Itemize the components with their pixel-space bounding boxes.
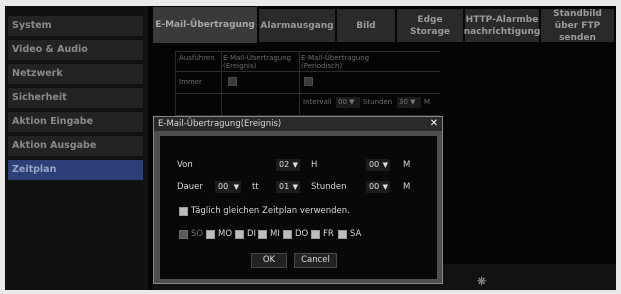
day-tuesday-label: DI — [247, 229, 257, 239]
day-monday-checkbox[interactable] — [206, 230, 215, 239]
sidebar-item-action-input[interactable]: Aktion Eingabe — [8, 112, 143, 132]
tab-alarm-output[interactable]: Alarmausgang — [259, 9, 335, 42]
tab-edge-storage[interactable]: Edge Storage — [397, 9, 463, 42]
duration-minute-select[interactable]: 00 ▼ — [366, 181, 390, 193]
loading-spinner-icon: ❋ — [477, 275, 487, 288]
day-thursday-label: DO — [295, 229, 309, 239]
sidebar-item-video-audio[interactable]: Video & Audio — [8, 40, 143, 60]
event-checkbox[interactable] — [228, 77, 237, 86]
same-schedule-checkbox[interactable] — [179, 207, 188, 216]
hours-label: Stunden — [363, 98, 393, 106]
tab-http-alarm[interactable]: HTTP-Alarmbe nachrichtigung — [464, 9, 540, 42]
day-friday-label: FR — [323, 229, 334, 239]
dialog-title: E-Mail-Übertragung(Ereignis) — [154, 117, 442, 131]
row-always: Immer — [179, 78, 202, 86]
day-thursday-checkbox[interactable] — [283, 230, 292, 239]
col-execute: Ausführen — [179, 54, 215, 62]
duration-hours-select[interactable]: 01 ▼ — [276, 181, 300, 193]
day-sunday-checkbox[interactable] — [179, 230, 188, 239]
sidebar-item-action-output[interactable]: Aktion Ausgabe — [8, 136, 143, 156]
tab-bar: E-Mail-Übertragung Alarmausgang Bild Edg… — [153, 6, 616, 46]
close-icon[interactable]: ✕ — [429, 117, 439, 131]
duration-minute-unit: M — [403, 182, 411, 192]
ok-button[interactable]: OK — [251, 253, 287, 268]
day-monday-label: MO — [218, 229, 233, 239]
schedule-dialog: E-Mail-Übertragung(Ereignis) ✕ Von 02 ▼ H… — [153, 116, 443, 284]
tab-ftp-snapshot[interactable]: Standbild über FTP senden — [541, 9, 614, 43]
tab-email[interactable]: E-Mail-Übertragung — [153, 7, 257, 43]
sidebar-item-security[interactable]: Sicherheit — [8, 88, 143, 108]
from-minute-unit: M — [403, 160, 411, 170]
interval-label: Intervall — [303, 98, 332, 106]
duration-label: Dauer — [177, 182, 203, 192]
day-tuesday-checkbox[interactable] — [235, 230, 244, 239]
col-periodic: E-Mail-Übertragung (Periodisch) — [301, 54, 370, 70]
interval-minutes-select[interactable]: 30 ▼ — [397, 97, 421, 108]
day-sunday-label: SO — [191, 229, 204, 239]
from-minute-select[interactable]: 00 ▼ — [366, 159, 390, 171]
sidebar: System Video & Audio Netzwerk Sicherheit… — [5, 6, 148, 290]
dialog-body: Von 02 ▼ H 00 ▼ M Dauer 00 ▼ tt 01 ▼ Stunden… — [160, 136, 437, 279]
days-unit: tt — [252, 182, 259, 192]
day-friday-checkbox[interactable] — [311, 230, 320, 239]
same-schedule-label: Täglich gleichen Zeitplan verwenden. — [191, 206, 350, 216]
day-saturday-label: SA — [350, 229, 362, 239]
sidebar-item-schedule[interactable]: Zeitplan — [8, 160, 143, 180]
sidebar-item-network[interactable]: Netzwerk — [8, 64, 143, 84]
hours-unit: Stunden — [311, 182, 347, 192]
app-window: System Video & Audio Netzwerk Sicherheit… — [5, 6, 616, 290]
from-hour-select[interactable]: 02 ▼ — [276, 159, 300, 171]
day-wednesday-label: MI — [270, 229, 280, 239]
duration-days-select[interactable]: 00 ▼ — [215, 181, 241, 193]
interval-hours-select[interactable]: 00 ▼ — [336, 97, 360, 108]
periodic-checkbox[interactable] — [304, 77, 313, 86]
minutes-label: M — [424, 98, 431, 106]
cancel-button[interactable]: Cancel — [294, 253, 337, 268]
day-saturday-checkbox[interactable] — [338, 230, 347, 239]
day-wednesday-checkbox[interactable] — [258, 230, 267, 239]
col-event: E-Mail-Übertragung (Ereignis) — [223, 54, 292, 70]
schedule-table: Ausführen E-Mail-Übertragung (Ereignis) … — [175, 51, 440, 116]
tab-image[interactable]: Bild — [337, 9, 395, 42]
from-label: Von — [177, 160, 193, 170]
sidebar-item-system[interactable]: System — [8, 16, 143, 36]
from-hour-unit: H — [311, 160, 318, 170]
